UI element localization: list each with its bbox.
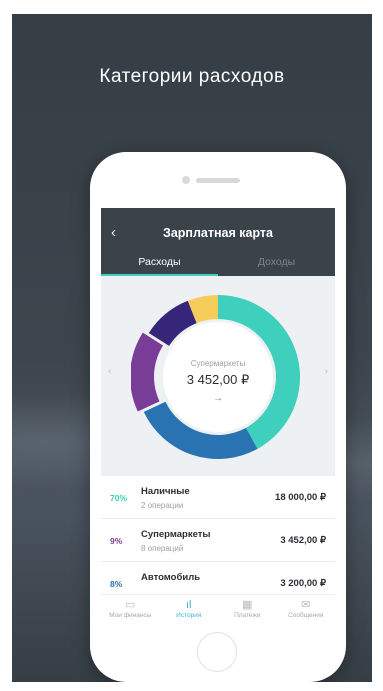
donut-detail-arrow-icon[interactable]: → [101,393,335,404]
app-header: ‹ Зарплатная карта Расходы Доходы [101,208,335,276]
nav-label: Сообщения [288,612,324,619]
nav-history[interactable]: ıl История [160,595,219,624]
camera-icon [182,176,190,184]
payments-grid-icon: ▦ [242,599,253,611]
category-percent: 9% [110,536,123,546]
promo-headline: Категории расходов [99,66,285,87]
tab-bar: Расходы Доходы [101,254,335,276]
category-amount: 18 000,00 ₽ [275,492,326,503]
nav-payments[interactable]: ▦ Платежи [218,595,277,624]
category-list: 70% Наличные 2 операции 18 000,00 ₽ 9% С… [101,476,335,605]
nav-label: Платежи [234,612,261,619]
wallet-icon: ▭ [125,599,136,611]
messages-envelope-icon: ✉ [301,599,311,611]
tab-expenses[interactable]: Расходы [101,254,218,276]
phone-frame: ‹ Зарплатная карта Расходы Доходы ‹ › Су… [90,152,346,682]
nav-label: История [176,612,202,619]
category-name: Автомобиль [141,572,201,583]
operations-count: 8 операций [141,544,184,553]
home-button[interactable] [197,632,237,672]
operations-count: 2 операции [141,501,184,510]
nav-messages[interactable]: ✉ Сообщения [277,595,336,624]
nav-my-finances[interactable]: ▭ Мои финансы [101,595,160,624]
tab-income[interactable]: Доходы [218,254,335,276]
donut-center-value: 3 452,00 ₽ [186,372,250,387]
list-item[interactable]: 70% Наличные 2 операции 18 000,00 ₽ [101,476,335,519]
app-screen: ‹ Зарплатная карта Расходы Доходы ‹ › Су… [101,208,335,624]
category-amount: 3 452,00 ₽ [280,535,326,546]
category-name: Наличные [141,486,190,497]
category-amount: 3 200,00 ₽ [280,578,326,589]
promo-background: Категории расходов ‹ Зарплатная карта Ра… [12,14,372,682]
category-percent: 70% [110,493,128,503]
category-percent: 8% [110,579,123,589]
nav-label: Мои финансы [109,612,152,619]
donut-chart-area: ‹ › Супермаркеты 3 452,00 ₽ → [101,276,335,476]
page-title: Зарплатная карта [162,226,273,240]
bottom-navigation: ▭ Мои финансы ıl История ▦ Платежи ✉ Соо… [101,594,335,624]
donut-center-label: Супермаркеты [190,359,246,368]
history-chart-icon: ıl [186,599,192,611]
category-name: Супермаркеты [141,529,211,540]
speaker-grille [196,178,240,183]
list-item[interactable]: 9% Супермаркеты 8 операций 3 452,00 ₽ [101,519,335,562]
